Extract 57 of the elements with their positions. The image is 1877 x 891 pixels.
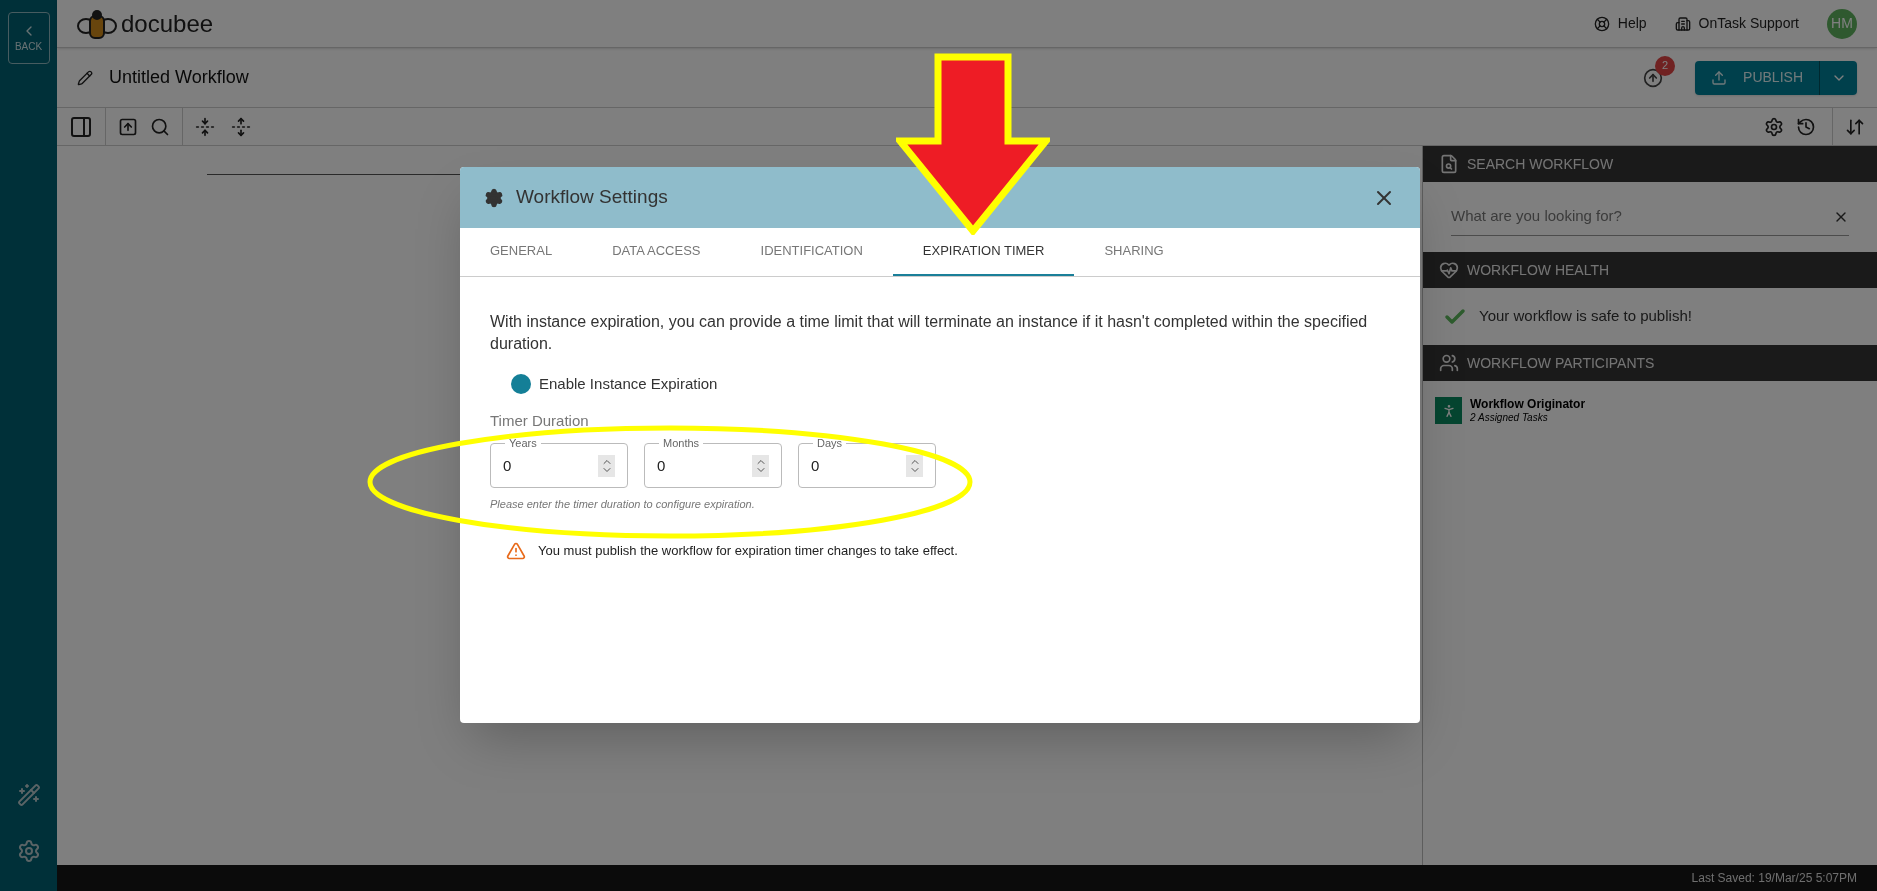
field-value: 0 — [657, 455, 667, 476]
upload-icon — [1711, 69, 1728, 86]
participant-name: Workflow Originator — [1470, 397, 1586, 412]
field-value: 0 — [811, 455, 821, 476]
stepper-icon — [598, 455, 615, 477]
collapse-icon — [195, 116, 215, 137]
logo-text: docubee — [121, 8, 214, 39]
tab[interactable]: DATA ACCESS — [582, 228, 731, 276]
lifebuoy-icon — [1593, 15, 1610, 32]
tab[interactable]: IDENTIFICATION — [730, 228, 893, 276]
upload-circle-icon — [1643, 67, 1664, 88]
field-label: Years — [508, 438, 538, 449]
header-link[interactable]: Help — [1593, 13, 1647, 34]
number-field[interactable]: Days 0 — [798, 438, 936, 488]
stepper-icon — [906, 455, 923, 477]
section-title: SEARCH WORKFLOW — [1467, 154, 1614, 174]
last-saved-text: Last Saved: 19/Mar/25 5:07PM — [1691, 870, 1857, 887]
upload-square-icon — [118, 116, 138, 137]
search-icon — [150, 116, 170, 137]
workflow-title[interactable]: Untitled Workflow — [109, 64, 249, 91]
notification-badge: 2 — [1655, 55, 1676, 76]
search-document-icon — [1439, 154, 1459, 174]
section-title: WORKFLOW HEALTH — [1467, 260, 1610, 280]
people-icon — [1439, 353, 1459, 373]
field-value: 0 — [503, 455, 513, 476]
header-link[interactable]: OnTask Support — [1674, 13, 1799, 34]
bee-logo-icon — [77, 7, 117, 40]
tab[interactable]: GENERAL — [460, 228, 583, 276]
panel-icon — [69, 114, 93, 139]
building-icon — [1674, 15, 1691, 32]
field-label: Days — [816, 438, 844, 449]
toggle-label: Enable Instance Expiration — [539, 374, 718, 394]
tab[interactable]: SHARING — [1074, 228, 1194, 276]
number-field[interactable]: Months 0 — [644, 438, 782, 488]
participant-detail: 2 Assigned Tasks — [1470, 412, 1549, 425]
heart-pulse-icon — [1439, 260, 1459, 280]
warning-text: You must publish the workflow for expiration timer changes to take effect. — [538, 541, 958, 560]
expand-icon — [231, 116, 251, 137]
stepper-icon — [752, 455, 769, 477]
participant-item[interactable]: Workflow Originator 2 Assigned Tasks — [1423, 381, 1877, 441]
health-message: Your workflow is safe to publish! — [1479, 306, 1692, 327]
dialog-title: Workflow Settings — [516, 185, 668, 210]
description-text: With instance expiration, you can provide a time limit that will terminate an instance if it hasn't completed within the specified duration. — [490, 312, 1369, 354]
history-icon — [1796, 116, 1816, 137]
hint-text: Please enter the timer duration to configure expiration. — [490, 497, 756, 512]
number-field[interactable]: Years 0 — [490, 438, 628, 488]
wizard-icon — [16, 783, 41, 807]
pencil-icon — [77, 69, 93, 86]
back-button[interactable]: BACK — [7, 12, 50, 64]
toggle-knob[interactable] — [511, 374, 531, 395]
publish-button[interactable]: PUBLISH — [1695, 60, 1819, 95]
field-label: Months — [662, 438, 701, 449]
publish-menu-button[interactable] — [1819, 60, 1857, 95]
warning-icon — [506, 540, 526, 561]
duration-label: Timer Duration — [490, 410, 590, 431]
section-title: WORKFLOW PARTICIPANTS — [1467, 353, 1655, 373]
search-field[interactable]: What are you looking for? — [1451, 205, 1833, 228]
